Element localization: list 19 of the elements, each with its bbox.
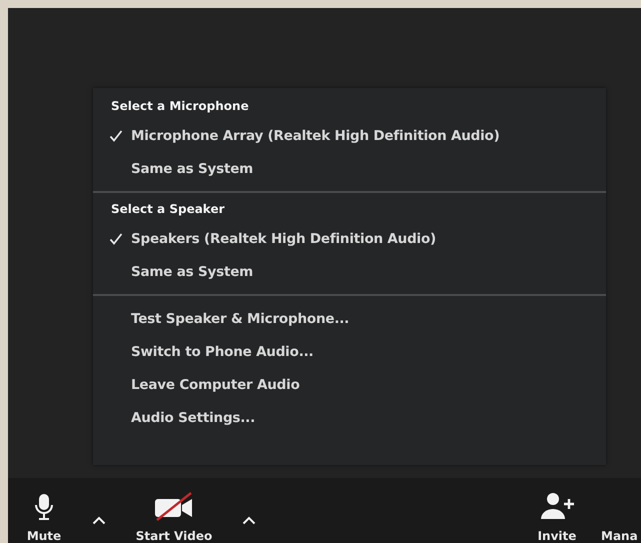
menu-item[interactable]: Same as System <box>93 152 606 185</box>
video-off-icon <box>153 491 195 521</box>
microphone-icon <box>34 493 54 521</box>
menu-item[interactable]: Test Speaker & Microphone... <box>93 302 606 335</box>
start-video-button[interactable]: Start Video <box>124 481 224 543</box>
manage-button[interactable]: Mana <box>601 481 641 543</box>
menu-item[interactable]: Leave Computer Audio <box>93 368 606 401</box>
section-header: Select a Microphone <box>110 98 250 115</box>
invite-button[interactable]: Invite <box>527 481 587 543</box>
menu-item[interactable]: Microphone Array (Realtek High Definition Audio) <box>93 119 606 152</box>
caret-icon <box>92 516 106 524</box>
menu-item[interactable]: Same as System <box>93 255 606 288</box>
menu-item[interactable]: Speakers (Realtek High Definition Audio) <box>93 222 606 255</box>
caret-icon <box>242 516 256 524</box>
menu-item[interactable]: Audio Settings... <box>93 401 606 434</box>
section-header: Select a Speaker <box>110 201 226 218</box>
add-person-icon <box>540 491 574 521</box>
menu-item[interactable]: Switch to Phone Audio... <box>93 335 606 368</box>
mute-button[interactable]: Mute <box>14 481 74 543</box>
